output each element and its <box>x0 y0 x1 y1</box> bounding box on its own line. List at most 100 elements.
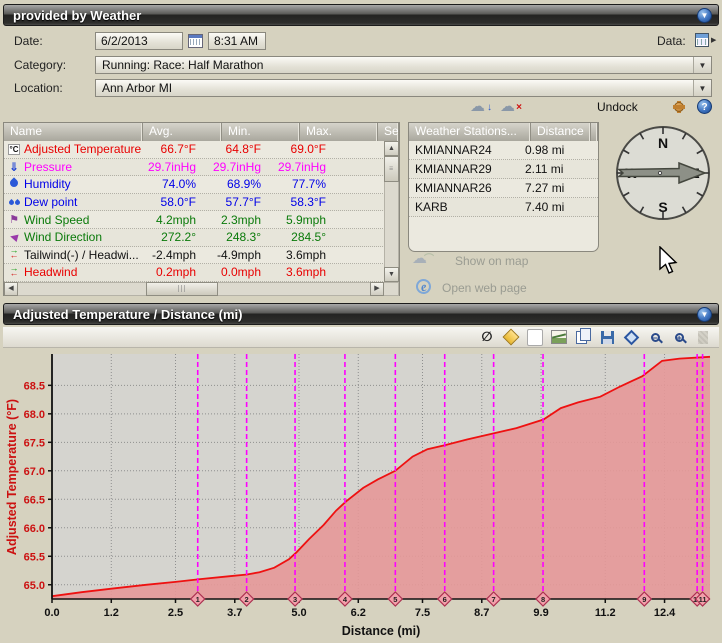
map-icon[interactable]: ☁⌒ <box>412 251 432 266</box>
column-header[interactable]: Max. <box>300 123 378 141</box>
table-row[interactable]: Dew point58.0°F57.7°F58.3°F <box>4 194 399 212</box>
svg-text:9: 9 <box>642 595 646 604</box>
scroll-left-icon[interactable]: ◀ <box>4 282 18 296</box>
table-row[interactable]: ⚑Wind Speed4.2mph2.3mph5.9mph <box>4 211 399 229</box>
chevron-down-icon[interactable]: ▼ <box>697 8 712 23</box>
metrics-hscrollbar[interactable]: ◀ ||| ▶ <box>4 282 399 296</box>
table-row[interactable]: °CAdjusted Temperature66.7°F64.8°F69.0°F <box>4 141 399 159</box>
metrics-table-header: NameAvg.Min.Max.Sel <box>4 123 399 141</box>
metric-avg: -2.4mph <box>143 248 209 262</box>
metric-name: Wind Direction <box>24 230 143 244</box>
null-marker-icon[interactable]: ∅ <box>479 329 495 345</box>
weather-clear-icon[interactable]: ☁× <box>500 99 520 114</box>
svg-text:N: N <box>658 135 668 151</box>
svg-text:66.0: 66.0 <box>24 523 45 535</box>
time-input[interactable] <box>208 32 266 50</box>
metric-min: 68.9% <box>209 177 274 191</box>
zoom-out-icon[interactable]: − <box>647 329 663 345</box>
chart-style-icon[interactable] <box>551 329 567 345</box>
metric-name: Tailwind(-) / Headwi... <box>24 248 143 262</box>
stations-table-body: KMIANNAR240.98 miKMIANNAR292.11 miKMIANN… <box>409 141 598 217</box>
metric-avg: 58.0°F <box>143 195 209 209</box>
chart-toolbar: ∅ −+ <box>3 327 719 348</box>
metric-max: 77.7% <box>274 177 339 191</box>
metric-min: 0.0mph <box>209 265 274 279</box>
table-row[interactable]: ⇓Pressure29.7inHg29.7inHg29.7inHg <box>4 159 399 177</box>
category-value: Running: Race: Half Marathon <box>96 58 693 72</box>
browser-icon[interactable]: e <box>415 278 433 296</box>
copy-icon[interactable] <box>575 329 591 345</box>
metric-max: 58.3°F <box>274 195 339 209</box>
stations-table-header: Weather Stations...Distance <box>409 123 598 141</box>
station-row[interactable]: KMIANNAR267.27 mi <box>409 179 598 198</box>
table-row[interactable]: →←Headwind0.2mph0.0mph3.6mph <box>4 264 399 282</box>
tailwind-icon: →← <box>4 248 24 261</box>
weather-panel: provided by Weather ▼ Date: Data: ▶ Cate… <box>0 0 722 642</box>
svg-text:0.0: 0.0 <box>44 607 59 619</box>
panel-title: provided by Weather <box>4 8 697 23</box>
table-row[interactable]: ◀Wind Direction272.2°248.3°284.5° <box>4 229 399 247</box>
svg-text:3: 3 <box>293 595 297 604</box>
scroll-thumb[interactable]: ||| <box>146 282 218 296</box>
station-distance: 0.98 mi <box>525 143 585 157</box>
help-icon[interactable]: ? <box>697 99 712 114</box>
scroll-right-icon[interactable]: ▶ <box>370 282 384 296</box>
column-header[interactable]: Sel <box>378 123 399 141</box>
svg-text:68.5: 68.5 <box>24 380 45 392</box>
scroll-thumb[interactable]: ≡ <box>384 156 399 182</box>
show-on-map-button[interactable]: Show on map <box>455 254 528 268</box>
column-header[interactable]: Weather Stations... <box>409 123 531 141</box>
station-distance: 2.11 mi <box>525 162 585 176</box>
gear-icon[interactable] <box>672 100 686 114</box>
save-icon[interactable] <box>599 329 615 345</box>
station-distance: 7.40 mi <box>525 200 585 214</box>
humidity-icon <box>4 178 24 190</box>
pace-overlay-icon[interactable] <box>695 329 711 345</box>
station-name: KMIANNAR29 <box>409 162 525 176</box>
column-header[interactable]: Distance <box>531 123 591 141</box>
metric-max: 69.0°F <box>274 142 339 156</box>
weather-metrics-table: NameAvg.Min.Max.Sel °CAdjusted Temperatu… <box>3 122 400 296</box>
table-row[interactable]: Humidity74.0%68.9%77.7% <box>4 176 399 194</box>
station-row[interactable]: KARB7.40 mi <box>409 198 598 217</box>
metric-min: 248.3° <box>209 230 274 244</box>
station-row[interactable]: KMIANNAR292.11 mi <box>409 160 598 179</box>
chevron-down-icon[interactable]: ▼ <box>697 307 712 322</box>
metric-name: Headwind <box>24 265 143 279</box>
date-input[interactable] <box>95 32 183 50</box>
category-dropdown[interactable]: Running: Race: Half Marathon ▼ <box>95 56 712 74</box>
calendar-icon[interactable] <box>188 34 203 48</box>
metric-max: 3.6mph <box>274 248 339 262</box>
svg-text:11: 11 <box>699 595 707 604</box>
column-header[interactable]: Name <box>4 123 143 141</box>
column-header[interactable] <box>591 123 598 141</box>
weather-download-icon[interactable]: ☁↓ <box>470 99 490 114</box>
zoom-in-icon[interactable]: + <box>671 329 687 345</box>
temperature-chart[interactable]: 65.065.566.066.567.067.568.068.50.01.22.… <box>2 349 720 640</box>
location-dropdown[interactable]: Ann Arbor MI ▼ <box>95 79 712 97</box>
undock-button[interactable]: Undock <box>597 100 638 114</box>
data-source-icon[interactable] <box>695 33 709 47</box>
metric-avg: 4.2mph <box>143 213 209 227</box>
scroll-up-icon[interactable]: ▲ <box>384 141 399 156</box>
column-header[interactable]: Min. <box>222 123 300 141</box>
chevron-down-icon[interactable]: ▼ <box>693 80 711 96</box>
date-label: Date: <box>14 34 43 48</box>
metric-avg: 272.2° <box>143 230 209 244</box>
scroll-down-icon[interactable]: ▼ <box>384 267 399 282</box>
svg-text:2.5: 2.5 <box>168 607 183 619</box>
data-flyout-arrow-icon[interactable]: ▶ <box>711 36 716 44</box>
fit-chart-icon[interactable] <box>623 329 639 345</box>
metric-min: 64.8°F <box>209 142 274 156</box>
table-row[interactable]: →←Tailwind(-) / Headwi...-2.4mph-4.9mph3… <box>4 247 399 265</box>
color-swatch-icon[interactable] <box>527 329 543 345</box>
open-web-page-button[interactable]: Open web page <box>442 281 527 295</box>
svg-text:6: 6 <box>443 595 447 604</box>
column-header[interactable]: Avg. <box>143 123 222 141</box>
metrics-vscrollbar[interactable]: ▲ ≡ ▼ <box>384 141 399 282</box>
station-row[interactable]: KMIANNAR240.98 mi <box>409 141 598 160</box>
station-name: KARB <box>409 200 525 214</box>
chevron-down-icon[interactable]: ▼ <box>693 57 711 73</box>
svg-text:67.5: 67.5 <box>24 437 45 449</box>
diamond-marker-icon[interactable] <box>503 329 519 345</box>
